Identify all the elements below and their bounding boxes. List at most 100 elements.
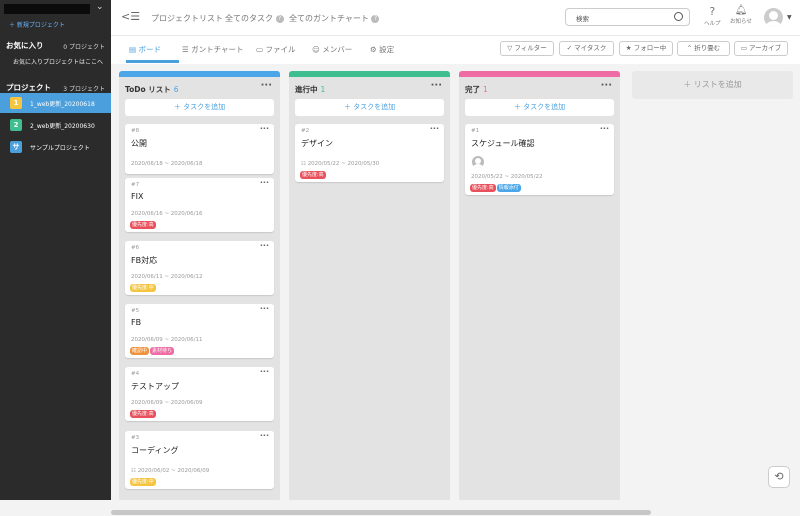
task-tag: 優先度:中 bbox=[130, 478, 156, 486]
checklist-icon: ☷ bbox=[301, 161, 308, 167]
task-card[interactable]: #3 ··· コーディング ☷ 2020/06/02 ~ 2020/06/09 優先度:… bbox=[125, 431, 274, 489]
tab-settings[interactable]: ⚙ 設定 bbox=[370, 44, 394, 55]
filter-label: フィルター bbox=[514, 44, 547, 52]
star-icon: ★ bbox=[625, 44, 632, 52]
archive-button[interactable]: ▭ アーカイブ bbox=[734, 41, 788, 56]
search-input[interactable]: 検索 bbox=[565, 8, 690, 26]
help-icon[interactable]: ? bbox=[275, 14, 284, 23]
board-column: 完了 1 ··· ＋ タスクを追加 #1 ··· スケジュール確認 2020/05/22 ~ … bbox=[459, 71, 620, 501]
filter-button[interactable]: ▽ フィルター bbox=[500, 41, 554, 56]
tab-label: ボード bbox=[138, 45, 161, 54]
card-menu-icon[interactable]: ··· bbox=[430, 124, 439, 133]
task-tags: 優先度:中 bbox=[130, 478, 157, 487]
collapse-button[interactable]: ⌃ 折り畳む bbox=[677, 41, 730, 56]
tab-members[interactable]: ☺ メンバー bbox=[312, 44, 352, 55]
horizontal-scrollbar[interactable] bbox=[0, 500, 800, 516]
column-menu-icon[interactable]: ··· bbox=[431, 80, 442, 91]
task-title: コーディング bbox=[131, 446, 179, 455]
collapse-label: 折り畳む bbox=[694, 44, 721, 52]
sidebar-project-item[interactable]: 2 2_web更新_20200630 bbox=[0, 115, 111, 135]
avatar[interactable] bbox=[764, 8, 783, 27]
task-card[interactable]: #6 ··· FB対応 2020/06/11 ~ 2020/06/12 優先度:中 bbox=[125, 241, 274, 295]
task-tag: 優先度:高 bbox=[300, 171, 326, 179]
tab-label: 設定 bbox=[379, 45, 395, 54]
check-icon: ✓ bbox=[566, 44, 573, 52]
task-tags: 確認中 素材待ち bbox=[130, 347, 175, 356]
add-task-button[interactable]: ＋ タスクを追加 bbox=[465, 99, 614, 116]
following-button[interactable]: ★ フォロー中 bbox=[619, 41, 673, 56]
card-menu-icon[interactable]: ··· bbox=[260, 431, 269, 440]
card-menu-icon[interactable]: ··· bbox=[260, 367, 269, 376]
history-button[interactable]: ⟲ bbox=[768, 466, 790, 488]
tab-board[interactable]: ▤ ボード bbox=[129, 44, 161, 55]
task-card[interactable]: #4 ··· テストアップ 2020/06/09 ~ 2020/06/09 優先度:高 bbox=[125, 367, 274, 421]
nav-all-gantt[interactable]: 全てのガントチャート ? bbox=[289, 13, 380, 24]
chevron-up-icon: ⌃ bbox=[686, 44, 693, 52]
task-id: #5 bbox=[131, 308, 140, 314]
column-title-text: 進行中 bbox=[295, 85, 318, 94]
project-name: 1_web更新_20200618 bbox=[30, 101, 95, 108]
help-button[interactable]: ? ヘルプ bbox=[704, 5, 721, 27]
file-icon: ▭ bbox=[256, 45, 264, 54]
task-tag: 確認中 bbox=[130, 347, 150, 355]
task-tag: 優先度:高 bbox=[130, 410, 156, 418]
task-date: 2020/06/09 ~ 2020/06/11 bbox=[131, 337, 203, 343]
task-card[interactable]: #8 ··· 公開 2020/06/18 ~ 2020/06/18 bbox=[125, 124, 274, 174]
chevron-down-icon[interactable]: ⌄ bbox=[96, 2, 104, 12]
caret-down-icon[interactable]: ▼ bbox=[787, 14, 792, 21]
tab-label: ファイル bbox=[265, 45, 296, 54]
sidebar-project-item[interactable]: 1 1_web更新_20200618 bbox=[0, 93, 111, 113]
filter-icon: ▽ bbox=[507, 44, 513, 52]
add-task-label: タスクを追加 bbox=[523, 103, 566, 111]
menu-toggle-icon[interactable]: <☰ bbox=[121, 10, 140, 23]
task-card[interactable]: #7 ··· FIX 2020/06/16 ~ 2020/06/16 優先度:高 bbox=[125, 178, 274, 232]
help-label: ヘルプ bbox=[704, 21, 721, 27]
card-menu-icon[interactable]: ··· bbox=[260, 124, 269, 133]
task-tags: 優先度:高 bbox=[130, 221, 157, 230]
favorites-count: 0 プロジェクト bbox=[63, 44, 105, 51]
card-menu-icon[interactable]: ··· bbox=[260, 241, 269, 250]
projects-count: 3 プロジェクト bbox=[63, 86, 105, 93]
search-icon[interactable] bbox=[674, 12, 683, 21]
my-tasks-button[interactable]: ✓ マイタスク bbox=[559, 41, 614, 56]
task-card[interactable]: #2 ··· デザイン ☷ 2020/05/22 ~ 2020/05/30 優先度:高 bbox=[295, 124, 444, 182]
add-task-label: タスクを追加 bbox=[183, 103, 226, 111]
task-tag: 優先度:高 bbox=[130, 221, 156, 229]
add-task-button[interactable]: ＋ タスクを追加 bbox=[295, 99, 444, 116]
add-task-button[interactable]: ＋ タスクを追加 bbox=[125, 99, 274, 116]
column-color-bar bbox=[459, 71, 620, 77]
task-card[interactable]: #5 ··· FB 2020/06/09 ~ 2020/06/11 確認中 素材待ち bbox=[125, 304, 274, 358]
nav-all-tasks-label: 全てのタスク bbox=[225, 14, 273, 23]
workspace-name[interactable] bbox=[4, 4, 90, 14]
task-date: 2020/06/18 ~ 2020/06/18 bbox=[131, 161, 203, 167]
notification-button[interactable]: 🔔︎ お知らせ bbox=[730, 5, 752, 25]
project-name: 2_web更新_20200630 bbox=[30, 123, 95, 130]
card-menu-icon[interactable]: ··· bbox=[260, 178, 269, 187]
task-title: FIX bbox=[131, 192, 144, 201]
new-project-button[interactable]: ＋ 新規プロジェクト bbox=[9, 20, 65, 29]
project-icon: 1 bbox=[10, 97, 22, 109]
tab-label: メンバー bbox=[322, 45, 353, 54]
column-color-bar bbox=[119, 71, 280, 77]
task-card[interactable]: #1 ··· スケジュール確認 2020/05/22 ~ 2020/05/22 優先度:… bbox=[465, 124, 614, 195]
scrollbar-thumb[interactable] bbox=[111, 510, 651, 515]
tab-files[interactable]: ▭ ファイル bbox=[256, 44, 295, 55]
tab-gantt[interactable]: ☰ ガントチャート bbox=[182, 44, 244, 55]
card-menu-icon[interactable]: ··· bbox=[600, 124, 609, 133]
tab-label: ガントチャート bbox=[191, 45, 244, 54]
sidebar-project-item[interactable]: サ サンプルプロジェクト bbox=[0, 137, 111, 157]
task-date: 2020/05/22 ~ 2020/05/22 bbox=[471, 174, 543, 180]
column-title[interactable]: ToDo リスト 6 bbox=[125, 84, 179, 95]
my-tasks-label: マイタスク bbox=[574, 44, 607, 52]
task-title: スケジュール確認 bbox=[471, 139, 535, 148]
column-title[interactable]: 進行中 1 bbox=[295, 84, 325, 95]
nav-all-tasks[interactable]: 全てのタスク ? bbox=[225, 13, 284, 24]
help-icon[interactable]: ? bbox=[371, 14, 380, 23]
add-list-button[interactable]: ＋ リストを追加 bbox=[632, 71, 793, 99]
column-title[interactable]: 完了 1 bbox=[465, 84, 488, 95]
card-menu-icon[interactable]: ··· bbox=[260, 304, 269, 313]
column-count: 6 bbox=[173, 85, 179, 94]
nav-project-list[interactable]: プロジェクトリスト bbox=[151, 13, 223, 24]
column-menu-icon[interactable]: ··· bbox=[601, 80, 612, 91]
column-menu-icon[interactable]: ··· bbox=[261, 80, 272, 91]
